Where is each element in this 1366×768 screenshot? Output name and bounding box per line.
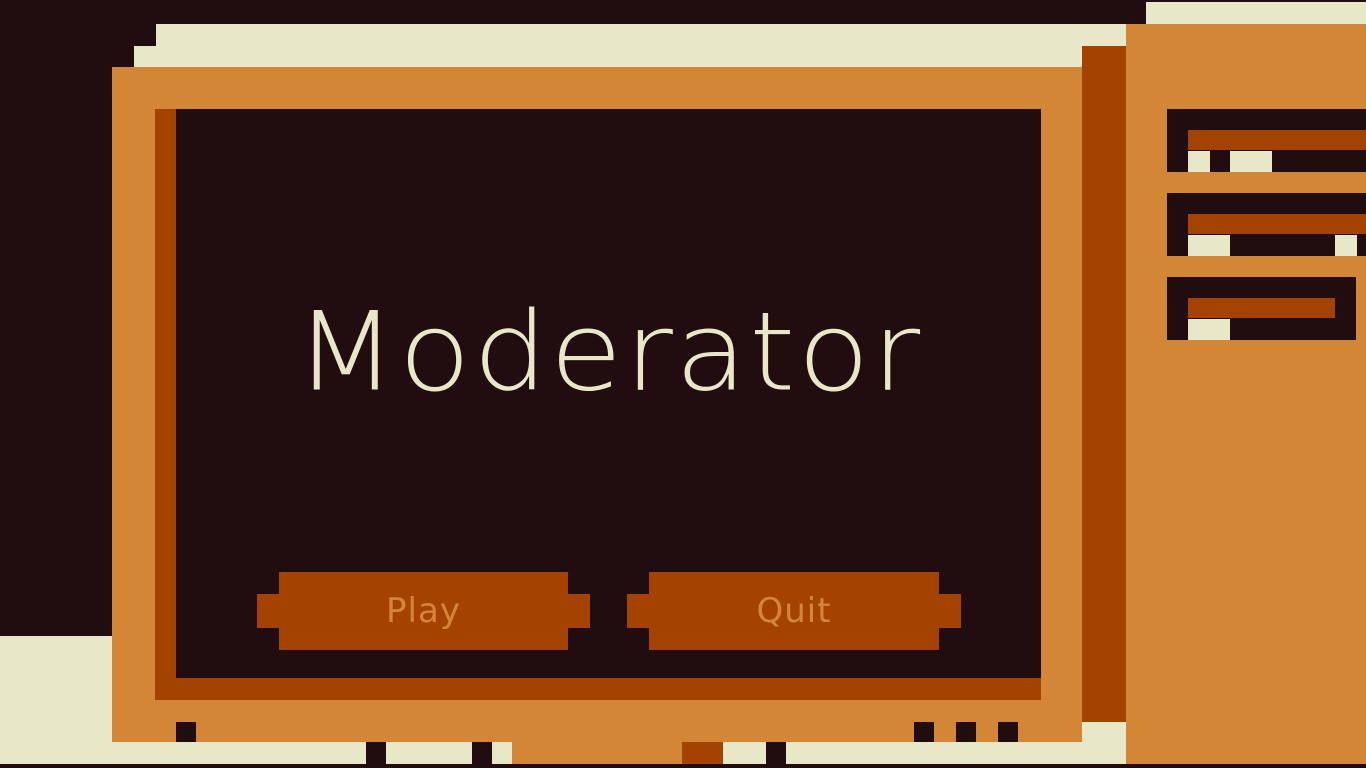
title-screen: Moderator Play Quit [0,0,1366,768]
quit-button[interactable]: Quit [627,572,961,650]
vent-slot-1-light-a [1188,151,1210,172]
vent-slot-3-bar [1188,298,1335,318]
backdrop-top-right [1146,2,1366,26]
monitor-bezel-bottom [155,678,1041,700]
play-button-label: Play [386,591,461,631]
bezel-dot-left [176,722,196,742]
vent-slot-3-light-a [1188,319,1230,340]
vent-slot-2-light-b [1335,235,1357,256]
backdrop-bottom-left [0,636,114,768]
monitor-stand-mark [682,742,723,764]
vent-slot-1-bar [1188,130,1366,150]
bezel-dot-right-2 [956,722,976,742]
vent-slot-2-light-a [1188,235,1230,256]
side-panel-shadow-top [1104,46,1126,68]
backdrop-top-step [134,46,164,68]
monitor-bezel-left [155,109,177,699]
side-panel-shadow [1082,46,1126,722]
base-foot-1 [366,742,386,764]
bezel-dot-right-3 [998,722,1018,742]
base-foot-3 [766,742,786,764]
bottom-edge [0,764,1366,768]
vent-slot-1-light-b [1230,151,1272,172]
play-button[interactable]: Play [257,572,590,650]
base-foot-2 [472,742,492,764]
vent-slot-2-bar [1188,214,1366,234]
bezel-dot-right-1 [914,722,934,742]
game-title: Moderator [294,288,923,416]
quit-button-label: Quit [756,591,832,631]
backdrop-top-block [156,24,1146,68]
